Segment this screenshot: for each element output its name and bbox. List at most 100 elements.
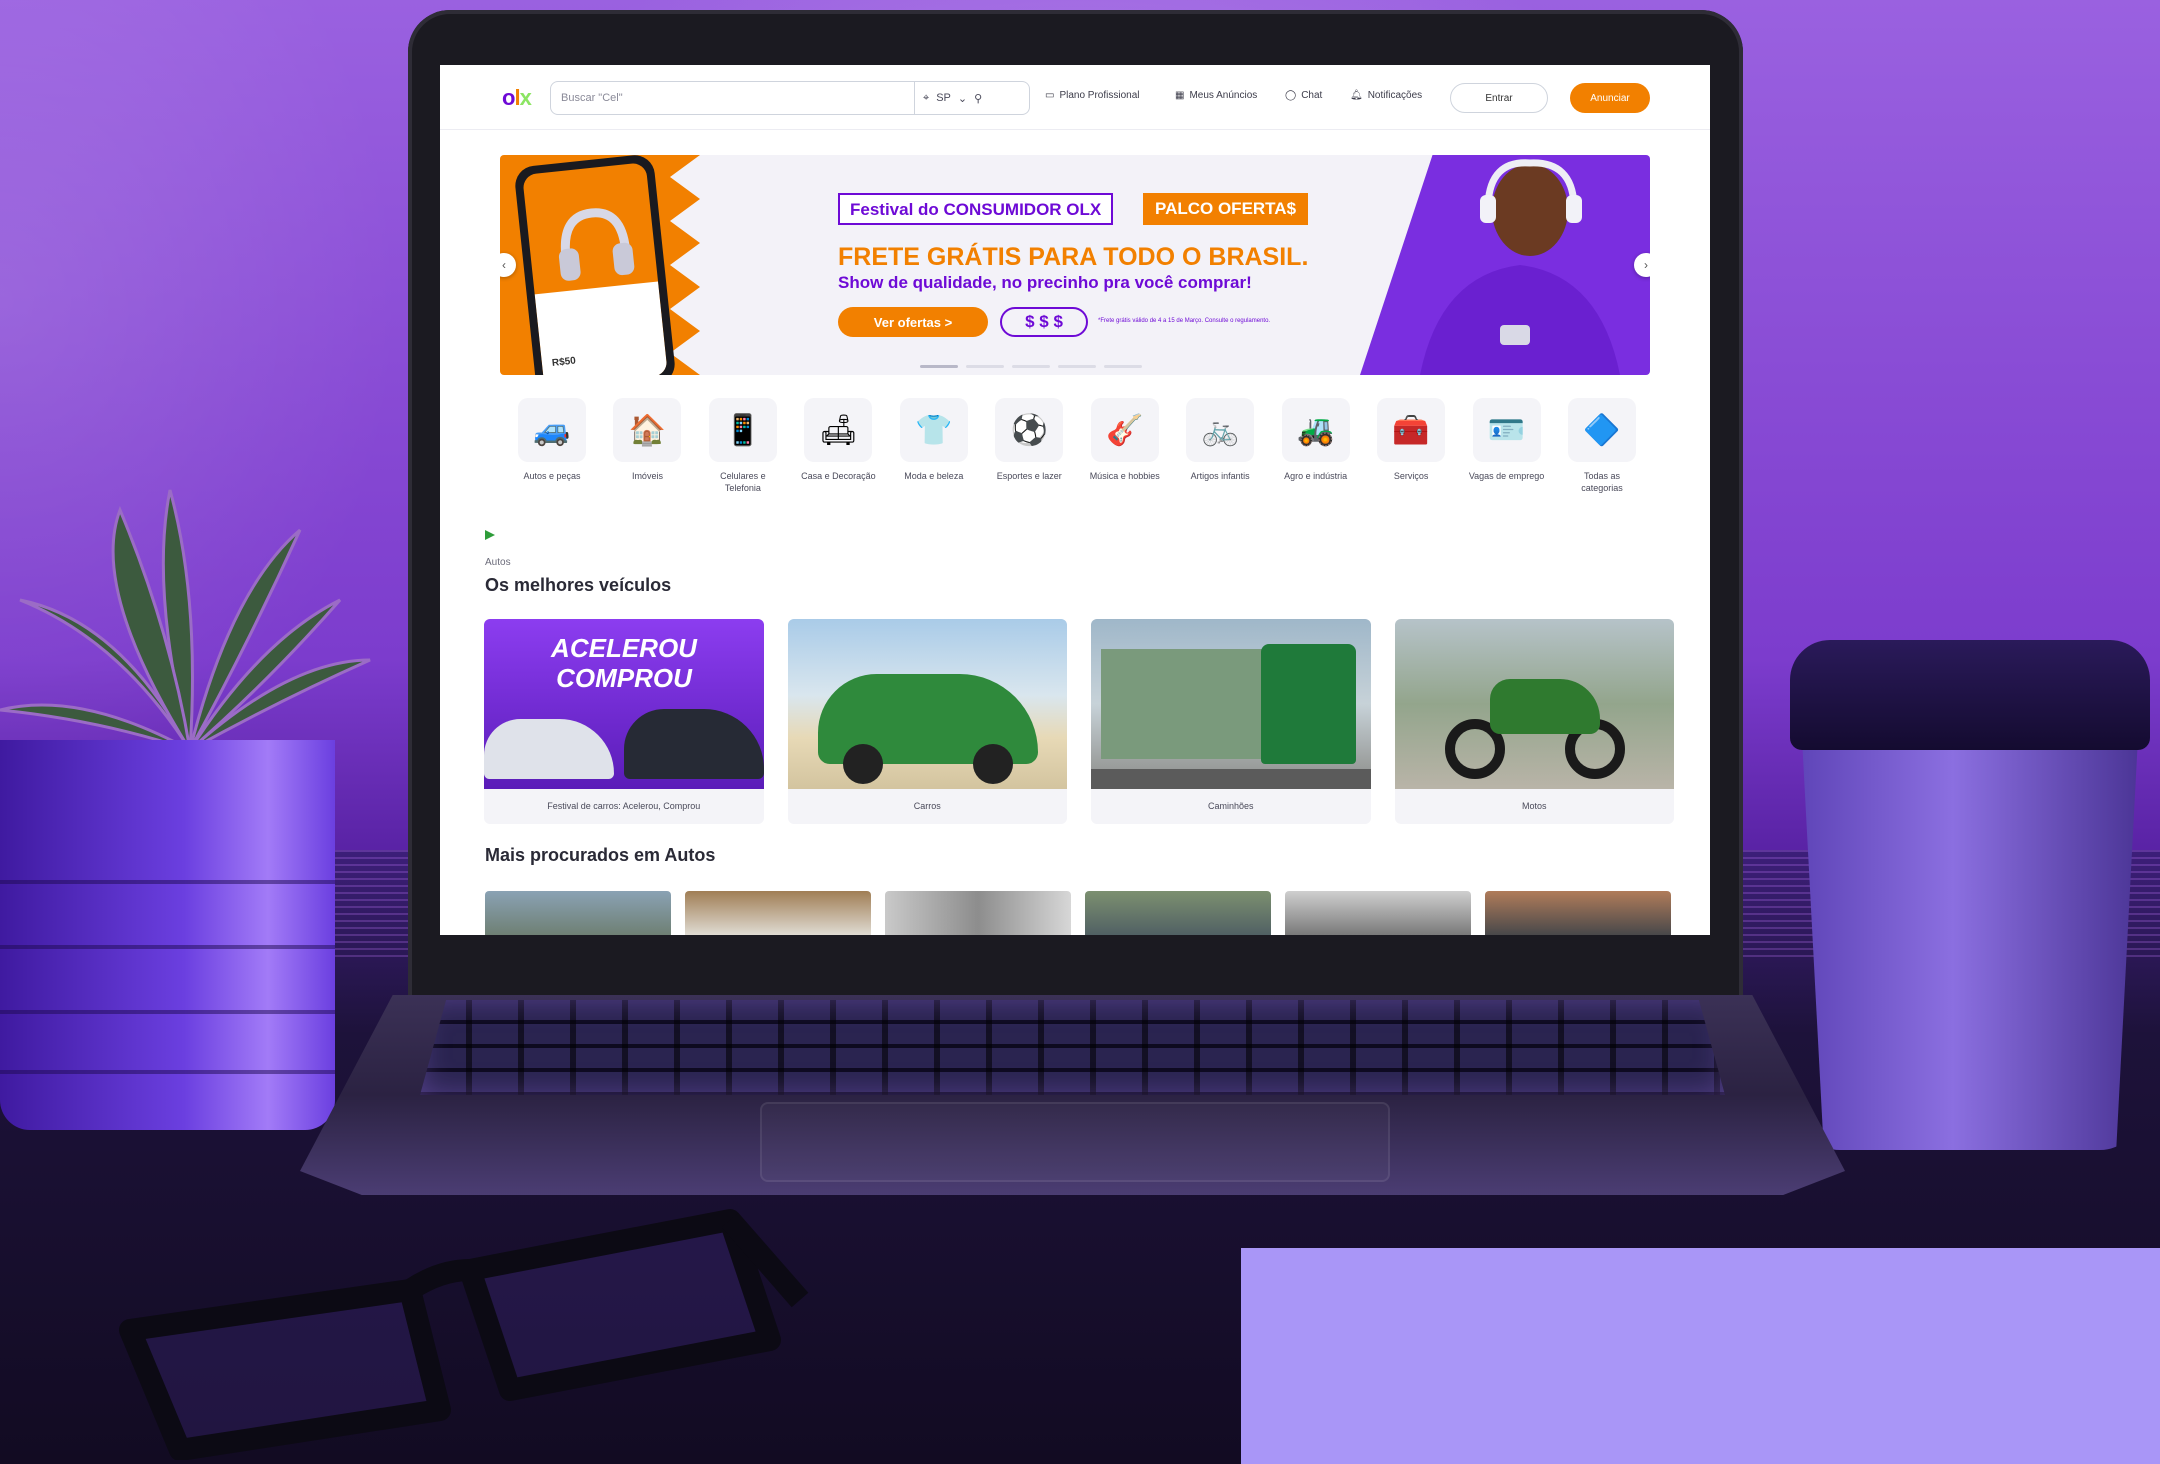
vehicle-card-carros[interactable]: Carros <box>787 619 1067 824</box>
sofa-icon: 🛋 <box>804 398 873 462</box>
pot-ring <box>0 945 335 949</box>
thumb-item[interactable] <box>1085 891 1271 935</box>
section-title: Mais procurados em Autos <box>485 845 716 865</box>
carousel-dot[interactable] <box>920 365 958 368</box>
dark-car-image <box>624 709 764 779</box>
category-label: Agro e indústria <box>1284 471 1348 481</box>
carousel-dot[interactable] <box>1058 365 1096 368</box>
carousel-dot[interactable] <box>1104 365 1142 368</box>
card-label: Festival de carros: Acelerou, Comprou <box>547 801 701 811</box>
category-label: Esportes e lazer <box>996 471 1062 481</box>
category-item[interactable]: 📱 Celulares e Telefonia <box>703 398 783 494</box>
truck-trailer-image <box>1101 649 1271 759</box>
shapes-icon: 🔷 <box>1567 398 1636 462</box>
category-label: Artigos infantis <box>1190 471 1250 481</box>
see-offers-button[interactable]: Ver ofertas > <box>838 307 988 337</box>
vehicle-card-motos[interactable]: Motos <box>1394 619 1674 824</box>
festival-tag: Festival do CONSUMIDOR OLX <box>838 193 1114 225</box>
location-selector[interactable]: ⌖ SP ⌄ ⚲ <box>915 81 1030 115</box>
promo-title: ACELEROU COMPROU <box>551 633 697 693</box>
laptop-keyboard <box>420 1000 1725 1095</box>
laptop-trackpad <box>760 1102 1390 1182</box>
house-icon: 🏠 <box>613 398 682 462</box>
nav-meus-anuncios[interactable]: ▦ Meus Anúncios <box>1175 90 1257 101</box>
olx-logo[interactable]: olx <box>502 85 532 111</box>
nav-plano-profissional[interactable]: ▭ Plano Profissional <box>1045 90 1140 101</box>
category-label: Casa e Decoração <box>801 471 876 481</box>
briefcase-icon: ▭ <box>1045 90 1055 101</box>
nav-notificacoes[interactable]: 🔔︎ Notificações <box>1350 90 1422 101</box>
search-icon[interactable]: ⚲ <box>974 92 982 105</box>
location-pin-icon: ⌖ <box>923 91 930 104</box>
white-car-image <box>484 719 614 779</box>
search-input[interactable]: Buscar "Cel" <box>550 81 915 115</box>
woman-with-headphones-image <box>1420 159 1620 375</box>
vehicle-card-festival[interactable]: ACELEROU COMPROU Festival de carros: Ace… <box>484 619 764 824</box>
flag-icon <box>485 530 495 540</box>
ball-icon: ⚽ <box>995 398 1064 462</box>
category-item[interactable]: 🪪 Vagas de emprego <box>1467 398 1547 494</box>
category-label: Todas as categorias <box>1581 471 1623 493</box>
car-icon: 🚙 <box>518 398 586 462</box>
category-item[interactable]: 👕 Moda e beleza <box>894 398 974 494</box>
vehicle-cards: ACELEROU COMPROU Festival de carros: Ace… <box>484 619 1674 824</box>
popular-thumbs <box>485 891 1671 935</box>
laptop-screen: olx Buscar "Cel" ⌖ SP ⌄ ⚲ ▭ Plano Profiss… <box>440 65 1710 935</box>
tricycle-icon: 🚲 <box>1186 398 1255 462</box>
card-label: Carros <box>913 801 941 811</box>
phone-mockup: R$50 <box>513 155 677 375</box>
guitar-icon: 🎸 <box>1090 398 1159 462</box>
category-item[interactable]: 🔷 Todas as categorias <box>1562 398 1642 494</box>
category-item[interactable]: 🚙 Autos e peças <box>512 398 592 494</box>
category-label: Autos e peças <box>523 471 581 481</box>
chat-icon: ◯ <box>1285 90 1297 101</box>
thumb-item[interactable] <box>485 891 671 935</box>
badge-icon: 🪪 <box>1472 398 1541 462</box>
coffee-cup-lid <box>1790 640 2150 750</box>
tools-icon: 🧰 <box>1377 398 1446 462</box>
category-list: 🚙 Autos e peças 🏠 Imóveis 📱 Celulares e Telef… <box>512 398 1642 494</box>
coffee-cup <box>1800 700 2140 1150</box>
category-item[interactable]: 🛋 Casa e Decoração <box>798 398 878 494</box>
thumb-item[interactable] <box>685 891 871 935</box>
category-label: Serviços <box>1393 471 1429 481</box>
bell-icon: 🔔︎ <box>1350 90 1363 101</box>
phone-icon: 📱 <box>708 398 777 462</box>
clothes-icon: 👕 <box>899 398 968 462</box>
pot-ring <box>0 1070 335 1074</box>
banner-headline: FRETE GRÁTIS PARA TODO O BRASIL. <box>838 243 1309 271</box>
promo-banner[interactable]: R$50 Festival do CONSUMIDOR OLX PALCO OF… <box>500 155 1650 375</box>
login-button[interactable]: Entrar <box>1450 83 1548 113</box>
grid-icon: ▦ <box>1175 90 1185 101</box>
category-item[interactable]: ⚽ Esportes e lazer <box>989 398 1069 494</box>
nav-chat[interactable]: ◯ Chat <box>1285 90 1322 101</box>
thumb-item[interactable] <box>1485 891 1671 935</box>
vehicle-card-caminhoes[interactable]: Caminhões <box>1091 619 1371 824</box>
green-motorcycle-image <box>1489 679 1600 734</box>
category-label: Celulares e Telefonia <box>720 471 766 493</box>
category-label: Vagas de emprego <box>1468 471 1545 481</box>
category-item[interactable]: 🧰 Serviços <box>1371 398 1451 494</box>
carousel-dot[interactable] <box>1012 365 1050 368</box>
money-badge: $ $ $ <box>1000 307 1088 337</box>
headphones-icon <box>558 208 635 281</box>
category-item[interactable]: 🎸 Música e hobbies <box>1085 398 1165 494</box>
site-header: olx Buscar "Cel" ⌖ SP ⌄ ⚲ ▭ Plano Profiss… <box>440 65 1710 130</box>
category-item[interactable]: 🚜 Agro e indústria <box>1276 398 1356 494</box>
succulent-plant <box>0 489 371 752</box>
location-value: SP <box>936 92 951 104</box>
pot-ring <box>0 880 335 884</box>
pot-ring <box>0 1010 335 1014</box>
chevron-down-icon: ⌄ <box>957 92 968 105</box>
card-label: Motos <box>1521 801 1547 811</box>
carousel-dots <box>920 365 1142 368</box>
section-eyebrow: Autos <box>485 557 511 568</box>
thumb-item[interactable] <box>885 891 1071 935</box>
category-item[interactable]: 🚲 Artigos infantis <box>1180 398 1260 494</box>
chevron-right-icon: › <box>1644 258 1648 272</box>
category-label: Música e hobbies <box>1089 471 1160 481</box>
category-item[interactable]: 🏠 Imóveis <box>607 398 687 494</box>
announce-button[interactable]: Anunciar <box>1570 83 1650 113</box>
thumb-item[interactable] <box>1285 891 1471 935</box>
carousel-dot[interactable] <box>966 365 1004 368</box>
